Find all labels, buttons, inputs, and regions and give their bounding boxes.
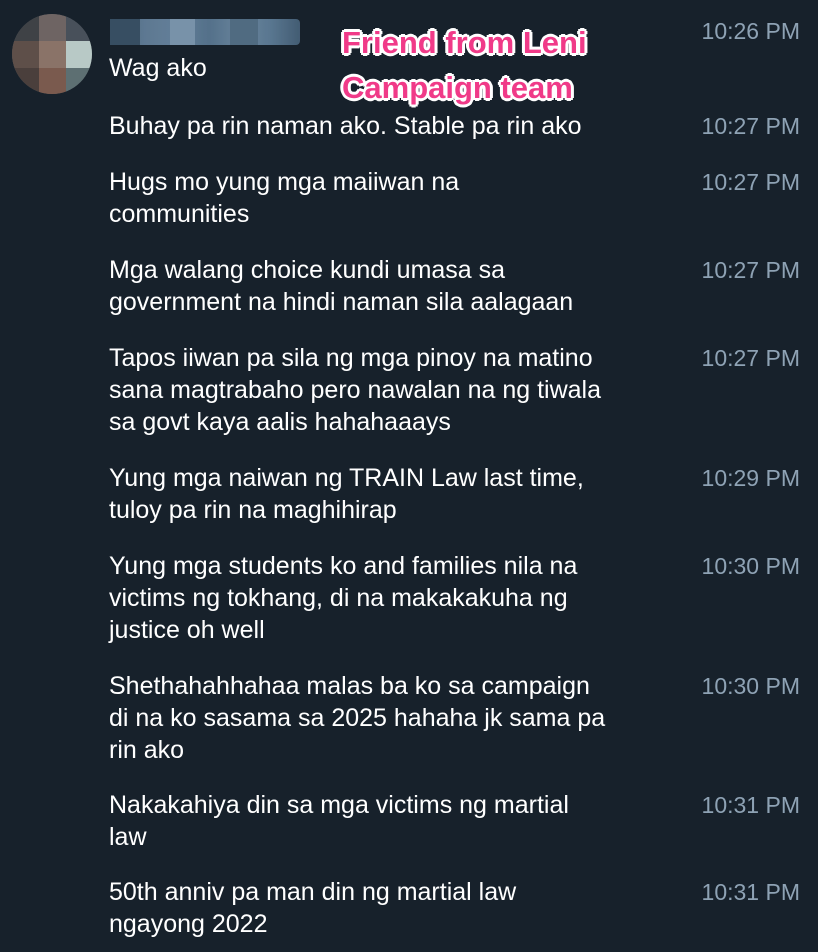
- message-text: Yung mga naiwan ng TRAIN Law last time, …: [109, 464, 584, 524]
- message-timestamp: 10:31 PM: [701, 792, 800, 818]
- message-timestamp: 10:29 PM: [701, 465, 800, 491]
- message-timestamp: 10:27 PM: [701, 113, 800, 139]
- message-timestamp: 10:27 PM: [701, 257, 800, 283]
- message-text: Shethahahhahaa malas ba ko sa campaign d…: [109, 672, 606, 764]
- message-text: Buhay pa rin naman ako. Stable pa rin ak…: [109, 112, 582, 140]
- message-timestamp: 10:26 PM: [701, 18, 800, 44]
- message-timestamp: 10:30 PM: [701, 553, 800, 579]
- annotation-label: Friend from Leni Campaign team: [342, 25, 587, 105]
- message-text: Hugs mo yung mga maiiwan na communities: [109, 168, 460, 228]
- message-text: Mga walang choice kundi umasa sa governm…: [109, 256, 574, 316]
- message-timestamp: 10:27 PM: [701, 345, 800, 371]
- sender-avatar[interactable]: [12, 14, 92, 94]
- message-timestamp: 10:31 PM: [701, 879, 800, 905]
- message-timestamp: 10:30 PM: [701, 673, 800, 699]
- message-text: 50th anniv pa man din ng martial law nga…: [109, 878, 517, 938]
- sender-name-redacted[interactable]: [110, 19, 300, 45]
- message-text: Yung mga students ko and families nila n…: [109, 552, 578, 644]
- message-text: Tapos iiwan pa sila ng mga pinoy na mati…: [109, 344, 602, 436]
- message-text: Nakakahiya din sa mga victims ng martial…: [109, 791, 569, 851]
- message-text: Wag ako: [109, 54, 207, 82]
- message-timestamp: 10:27 PM: [701, 169, 800, 195]
